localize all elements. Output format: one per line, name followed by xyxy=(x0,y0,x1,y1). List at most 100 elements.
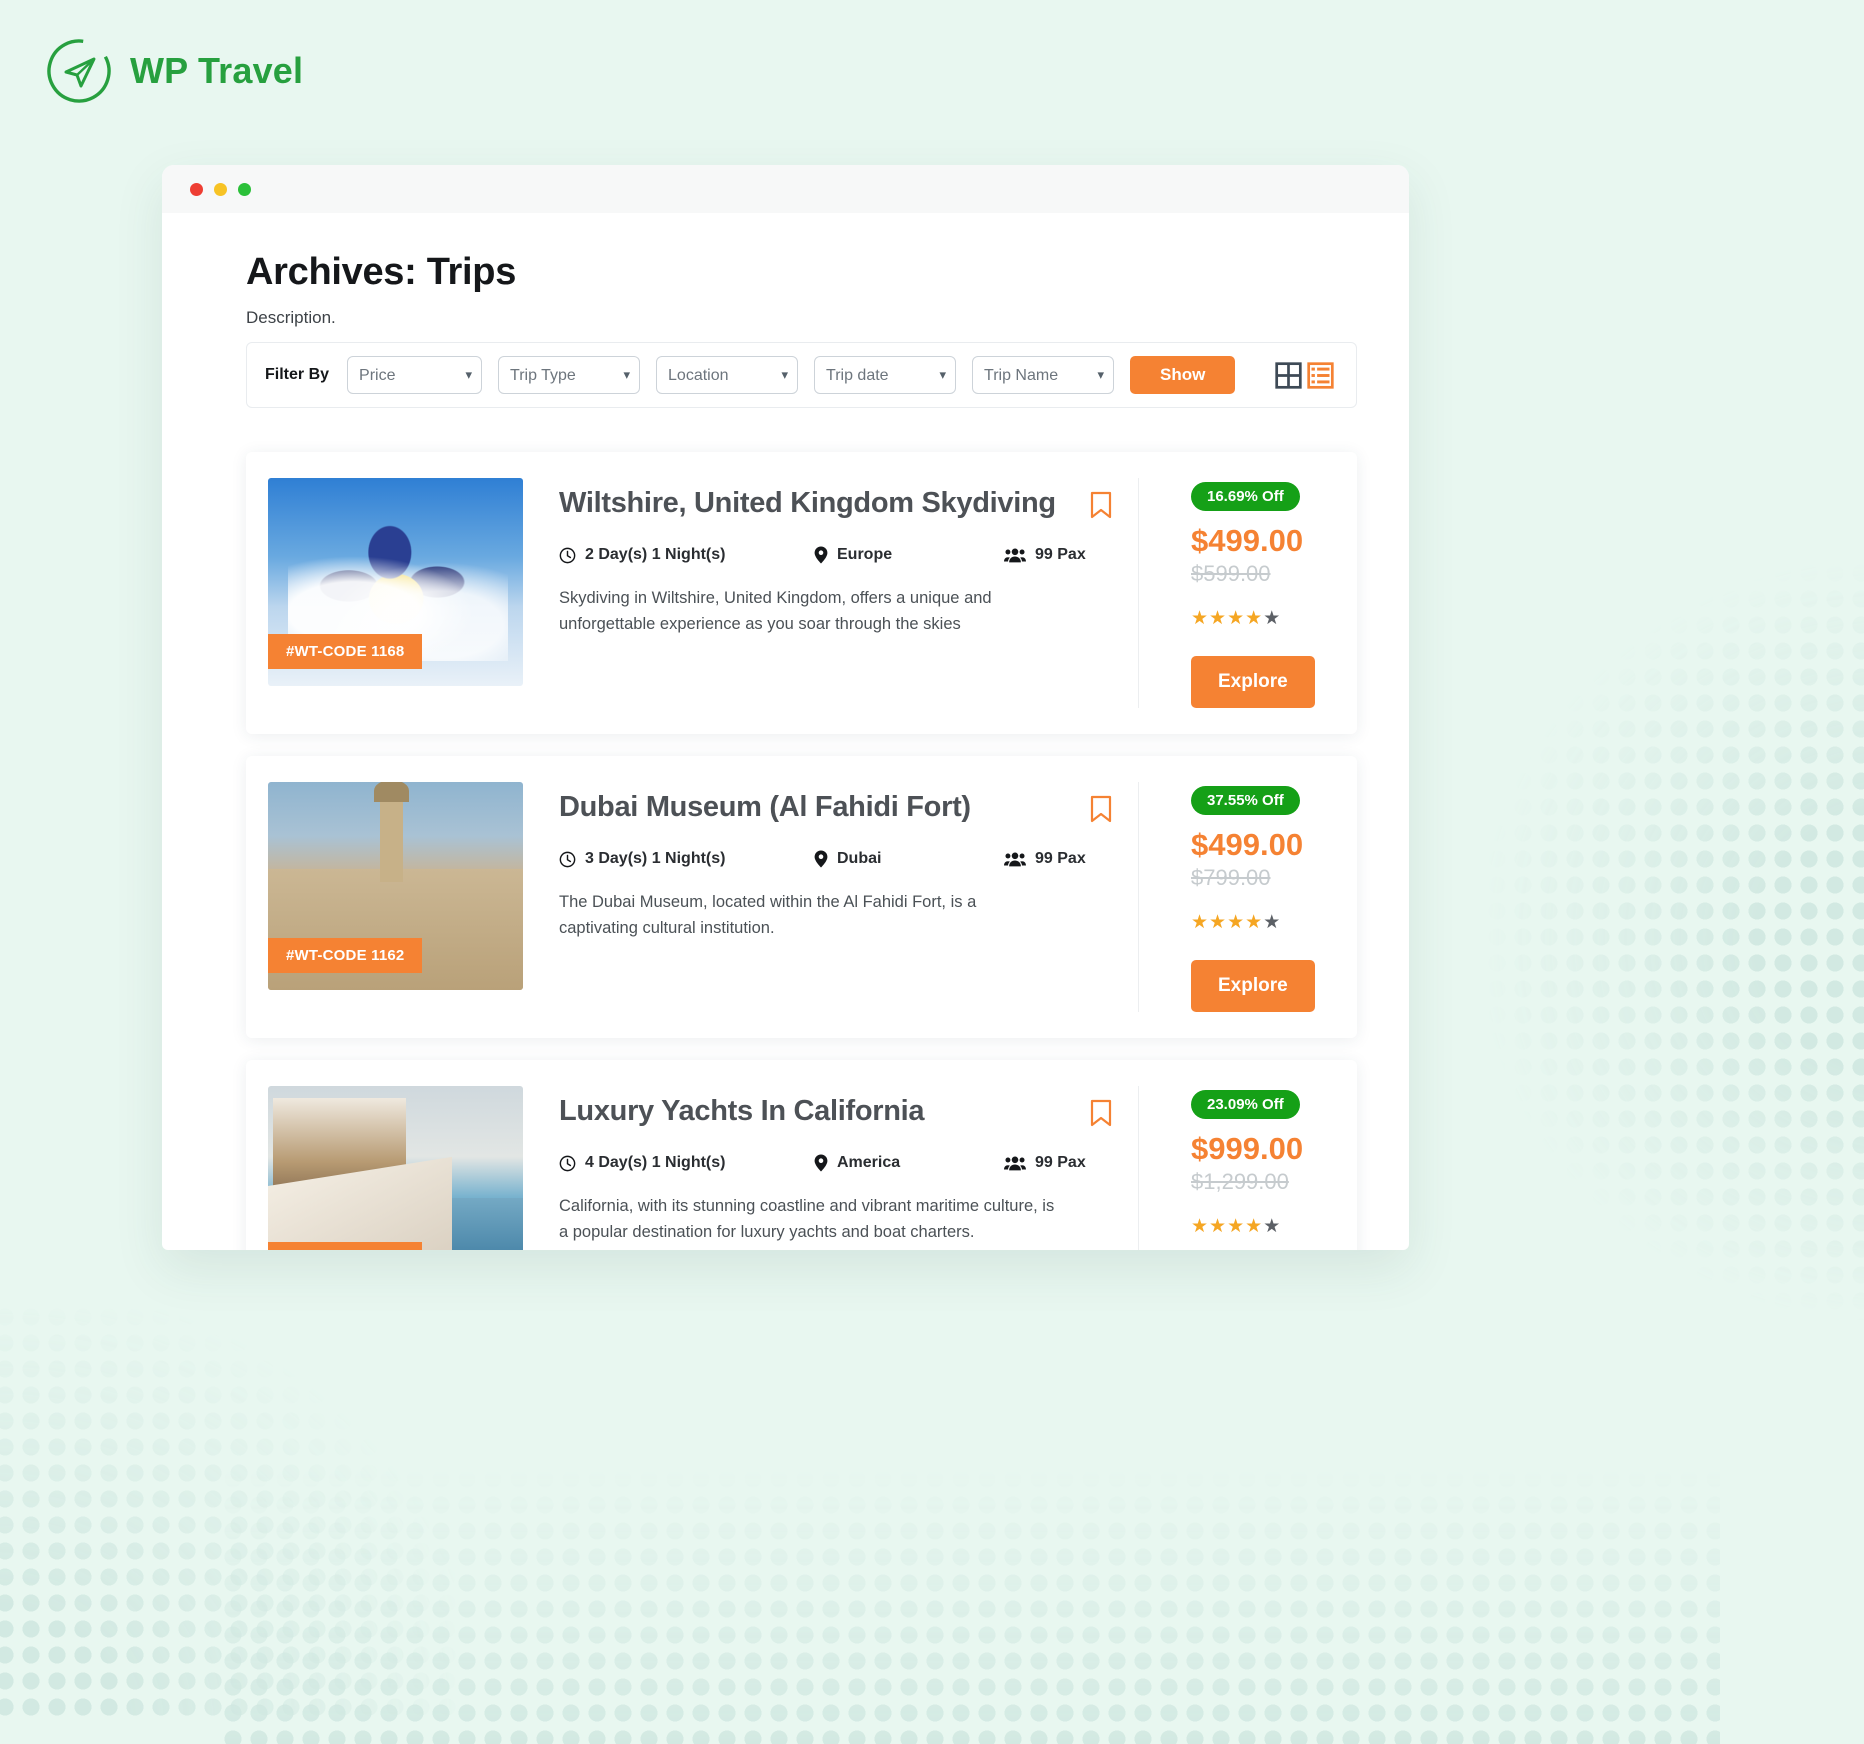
browser-window: Archives: Trips Description. Filter By P… xyxy=(162,165,1409,1250)
trip-duration: 2 Day(s) 1 Night(s) xyxy=(559,546,814,564)
browser-titlebar xyxy=(162,165,1409,213)
trip-details: Dubai Museum (Al Fahidi Fort) 3 Day(s) 1… xyxy=(523,782,1139,1012)
trip-title-row: Dubai Museum (Al Fahidi Fort) xyxy=(559,790,1112,824)
trip-card[interactable]: #WT-CODE 1162 Dubai Museum (Al Fahidi Fo… xyxy=(246,756,1357,1038)
maximize-window-dot[interactable] xyxy=(238,182,251,196)
bookmark-icon[interactable] xyxy=(1090,1099,1112,1127)
trip-type-filter-wrap: Trip Type ▾ xyxy=(498,356,656,394)
brand-logo: WP Travel xyxy=(44,36,303,106)
trip-duration-text: 3 Day(s) 1 Night(s) xyxy=(585,850,726,868)
trip-pax: 99 Pax xyxy=(1004,1154,1086,1172)
location-filter-select[interactable]: Location xyxy=(656,356,799,394)
map-pin-icon xyxy=(814,1154,828,1172)
trip-pricing: 23.09% Off $999.00 $1,299.00 ★★★★★ Explo… xyxy=(1139,1086,1357,1250)
explore-button[interactable]: Explore xyxy=(1191,656,1315,708)
view-toggle-group xyxy=(1275,361,1334,389)
discount-badge: 16.69% Off xyxy=(1191,482,1300,511)
thumbnail-art xyxy=(374,782,409,882)
discount-badge: 37.55% Off xyxy=(1191,786,1300,815)
filter-bar: Filter By Price ▾ Trip Type ▾ Location ▾ xyxy=(246,342,1357,408)
location-filter-wrap: Location ▾ xyxy=(656,356,814,394)
trip-code-badge: #WT-CODE 1149 xyxy=(268,1242,423,1250)
trip-duration-text: 2 Day(s) 1 Night(s) xyxy=(585,546,726,564)
list-view-icon[interactable] xyxy=(1307,361,1334,389)
trip-location-text: America xyxy=(837,1154,901,1172)
rating-stars: ★★★★★ xyxy=(1191,912,1282,933)
trip-title[interactable]: Luxury Yachts In California xyxy=(559,1094,1072,1128)
trip-thumbnail[interactable]: #WT-CODE 1162 xyxy=(268,782,523,990)
trip-details: Luxury Yachts In California 4 Day(s) 1 N… xyxy=(523,1086,1139,1250)
price-filter-select[interactable]: Price xyxy=(347,356,483,394)
trip-thumbnail[interactable]: #WT-CODE 1168 xyxy=(268,478,523,686)
trip-description: Skydiving in Wiltshire, United Kingdom, … xyxy=(559,589,992,633)
discount-badge: 23.09% Off xyxy=(1191,1090,1300,1119)
map-pin-icon xyxy=(814,850,828,868)
page-content: Archives: Trips Description. Filter By P… xyxy=(162,213,1409,1250)
clock-icon xyxy=(559,851,576,868)
original-price: $599.00 xyxy=(1191,561,1271,586)
current-price: $499.00 xyxy=(1191,827,1304,862)
trip-title-row: Wiltshire, United Kingdom Skydiving xyxy=(559,486,1112,520)
trip-pax: 99 Pax xyxy=(1004,850,1086,868)
current-price: $999.00 xyxy=(1191,1131,1304,1166)
trip-meta-row: 2 Day(s) 1 Night(s) Europe 99 Pax xyxy=(559,546,1112,564)
trip-list: #WT-CODE 1168 Wiltshire, United Kingdom … xyxy=(246,452,1357,1250)
trip-location-text: Dubai xyxy=(837,850,882,868)
trip-date-filter-wrap: Trip date ▾ xyxy=(814,356,972,394)
page-title: Archives: Trips xyxy=(246,251,517,293)
close-window-dot[interactable] xyxy=(190,182,203,196)
trip-pax-text: 99 Pax xyxy=(1035,1154,1086,1172)
grid-view-icon[interactable] xyxy=(1275,361,1302,389)
minimize-window-dot[interactable] xyxy=(214,182,227,196)
clock-icon xyxy=(559,547,576,564)
bookmark-icon[interactable] xyxy=(1090,491,1112,519)
trip-thumbnail[interactable]: #WT-CODE 1149 xyxy=(268,1086,523,1250)
bookmark-icon[interactable] xyxy=(1090,795,1112,823)
trip-location: Europe xyxy=(814,546,1004,564)
people-icon xyxy=(1004,852,1026,867)
trip-pricing: 16.69% Off $499.00 $599.00 ★★★★★ Explore xyxy=(1139,478,1357,708)
trip-description: California, with its stunning coastline … xyxy=(559,1197,1055,1241)
map-pin-icon xyxy=(814,546,828,564)
people-icon xyxy=(1004,1156,1026,1171)
page-description: Description. xyxy=(246,308,336,327)
trip-meta-row: 3 Day(s) 1 Night(s) Dubai 99 Pax xyxy=(559,850,1112,868)
trip-pax-text: 99 Pax xyxy=(1035,546,1086,564)
trip-location-text: Europe xyxy=(837,546,893,564)
trip-name-filter-wrap: Trip Name ▾ xyxy=(972,356,1130,394)
trip-name-filter-select[interactable]: Trip Name xyxy=(972,356,1115,394)
trip-details: Wiltshire, United Kingdom Skydiving 2 Da… xyxy=(523,478,1139,708)
decorative-dot-pattern-bottom xyxy=(220,1414,1720,1744)
trip-description: The Dubai Museum, located within the Al … xyxy=(559,893,977,937)
trip-title[interactable]: Dubai Museum (Al Fahidi Fort) xyxy=(559,790,1072,824)
price-filter-wrap: Price ▾ xyxy=(347,356,498,394)
rating-stars: ★★★★★ xyxy=(1191,608,1282,629)
trip-date-filter-select[interactable]: Trip date xyxy=(814,356,957,394)
trip-location: America xyxy=(814,1154,1004,1172)
trip-card[interactable]: #WT-CODE 1149 Luxury Yachts In Californi… xyxy=(246,1060,1357,1250)
decorative-dot-pattern-left xyxy=(0,1304,460,1724)
trip-code-badge: #WT-CODE 1168 xyxy=(268,634,423,669)
trip-pricing: 37.55% Off $499.00 $799.00 ★★★★★ Explore xyxy=(1139,782,1357,1012)
clock-icon xyxy=(559,1155,576,1172)
rating-stars: ★★★★★ xyxy=(1191,1216,1282,1237)
original-price: $1,299.00 xyxy=(1191,1169,1289,1194)
trip-duration: 3 Day(s) 1 Night(s) xyxy=(559,850,814,868)
paper-plane-circle-icon xyxy=(47,39,111,103)
trip-duration: 4 Day(s) 1 Night(s) xyxy=(559,1154,814,1172)
show-button[interactable]: Show xyxy=(1130,356,1236,394)
trip-meta-row: 4 Day(s) 1 Night(s) America 99 Pax xyxy=(559,1154,1112,1172)
original-price: $799.00 xyxy=(1191,865,1271,890)
trip-title-row: Luxury Yachts In California xyxy=(559,1094,1112,1128)
filter-by-label: Filter By xyxy=(265,366,330,383)
explore-button[interactable]: Explore xyxy=(1191,960,1315,1012)
trip-card[interactable]: #WT-CODE 1168 Wiltshire, United Kingdom … xyxy=(246,452,1357,734)
trip-code-badge: #WT-CODE 1162 xyxy=(268,938,423,973)
trip-pax: 99 Pax xyxy=(1004,546,1086,564)
decorative-dot-pattern-right xyxy=(1484,560,1864,1320)
trip-duration-text: 4 Day(s) 1 Night(s) xyxy=(585,1154,726,1172)
trip-type-filter-select[interactable]: Trip Type xyxy=(498,356,641,394)
people-icon xyxy=(1004,548,1026,563)
trip-title[interactable]: Wiltshire, United Kingdom Skydiving xyxy=(559,486,1072,520)
brand-name: WP Travel xyxy=(130,50,304,91)
